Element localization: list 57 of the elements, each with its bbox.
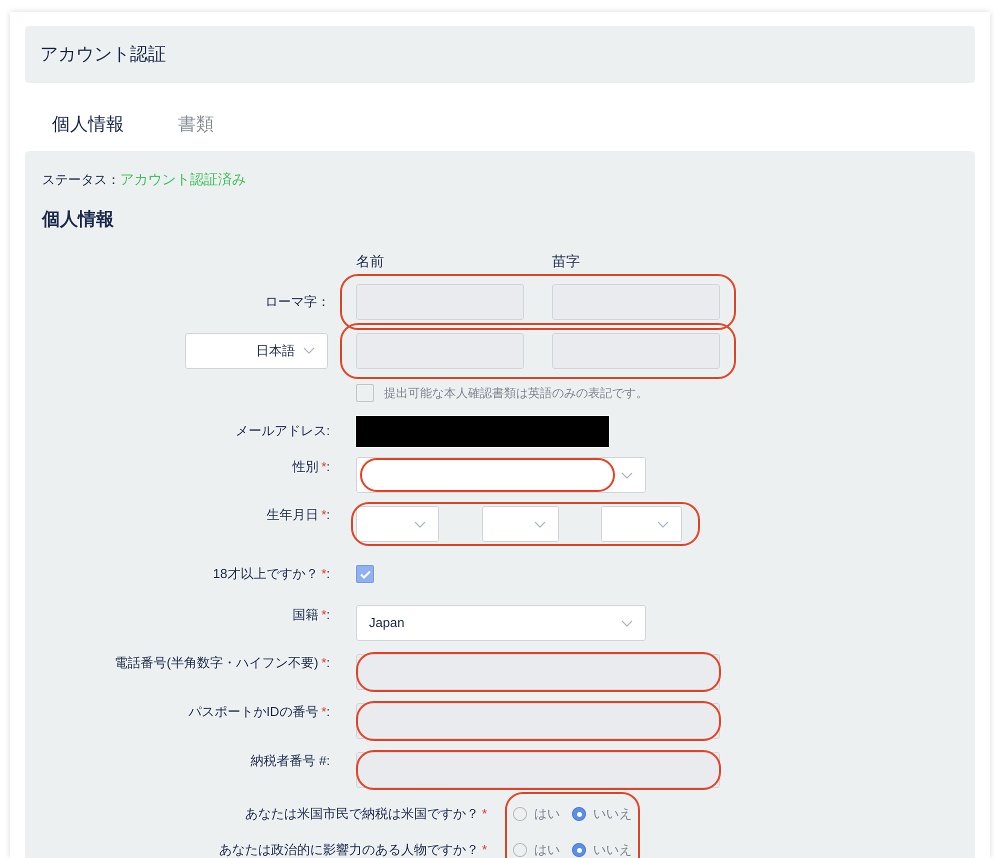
colon: :	[326, 607, 330, 622]
required-mark: *	[321, 655, 326, 670]
field-label: 納税者番号 #:	[250, 753, 330, 768]
radio-option[interactable]: はい	[513, 804, 560, 824]
field-label: 18才以上ですか？	[212, 566, 318, 582]
status-label: ステータス：	[42, 170, 120, 189]
field-label: あなたは政治的に影響力のある人物ですか？	[218, 842, 479, 858]
tab[interactable]: 書類	[178, 110, 214, 138]
field-label: 国籍	[292, 607, 318, 622]
radio-option[interactable]: いいえ	[572, 804, 632, 824]
colon: :	[326, 655, 330, 670]
field-label: ローマ字：	[265, 294, 330, 309]
required-mark: *	[482, 842, 487, 858]
field-label: あなたは米国市民で納税は米国ですか？	[244, 806, 479, 822]
chevron-down-icon	[534, 520, 546, 528]
chevron-down-icon	[621, 472, 633, 478]
column-heading: 名前	[356, 252, 385, 270]
required-mark: *	[321, 607, 326, 622]
chevron-down-icon	[303, 347, 315, 354]
language-select[interactable]: 日本語	[185, 332, 328, 368]
chevron-down-icon	[414, 520, 426, 528]
name-input[interactable]	[552, 332, 720, 368]
checkbox[interactable]	[356, 384, 374, 402]
required-mark: *	[321, 459, 326, 474]
colon: :	[326, 507, 330, 522]
checkbox-label: 提出可能な本人確認書類は英語のみの表記です。	[384, 385, 648, 402]
date-select[interactable]	[356, 506, 439, 542]
date-select[interactable]	[601, 506, 682, 542]
field-label: 生年月日	[266, 507, 318, 522]
checkmark-icon	[360, 570, 370, 578]
field-label: 電話番号(半角数字・ハイフン不要)	[114, 655, 318, 670]
field-label: パスポートかIDの番号	[188, 704, 318, 719]
country-select[interactable]: Japan	[356, 605, 646, 641]
section-title: 個人情報	[40, 208, 115, 231]
page-title: アカウント認証	[40, 43, 166, 66]
radio-option[interactable]: いいえ	[572, 840, 632, 858]
required-mark: *	[482, 806, 487, 822]
radio-option[interactable]: はい	[513, 840, 560, 858]
status-value: アカウント認証済み	[120, 170, 246, 189]
colon: :	[326, 566, 330, 582]
colon: :	[326, 459, 330, 474]
date-select[interactable]	[482, 506, 559, 542]
field-label: メールアドレス:	[235, 423, 330, 438]
required-mark: *	[321, 507, 326, 522]
name-input[interactable]	[356, 332, 524, 368]
column-heading: 苗字	[552, 252, 581, 270]
name-input[interactable]	[552, 284, 720, 320]
chevron-down-icon	[621, 620, 633, 626]
chevron-down-icon	[657, 520, 669, 528]
checkbox[interactable]	[356, 565, 374, 583]
tab[interactable]: 個人情報	[52, 110, 124, 138]
required-mark: *	[321, 566, 326, 582]
colon: :	[326, 704, 330, 719]
gender-select[interactable]	[356, 457, 646, 493]
name-input[interactable]	[356, 284, 524, 320]
required-mark: *	[321, 704, 326, 719]
field-label: 性別	[292, 459, 318, 474]
